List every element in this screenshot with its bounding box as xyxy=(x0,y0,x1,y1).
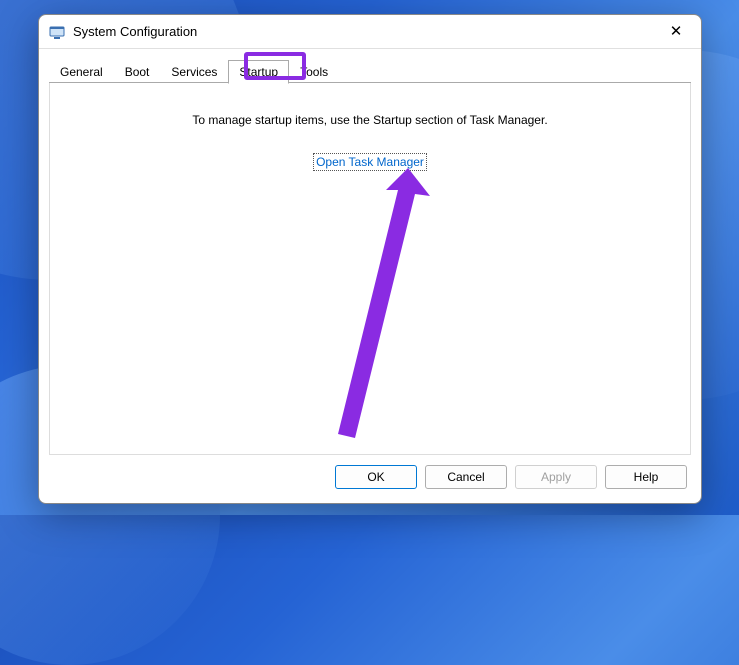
close-button[interactable]: ✕ xyxy=(655,17,697,47)
instruction-text: To manage startup items, use the Startup… xyxy=(68,113,672,127)
close-icon: ✕ xyxy=(670,24,683,39)
app-icon xyxy=(49,24,65,40)
window-title: System Configuration xyxy=(73,24,655,39)
tab-tools[interactable]: Tools xyxy=(289,60,339,83)
tab-services[interactable]: Services xyxy=(160,60,228,83)
tab-general[interactable]: General xyxy=(49,60,114,83)
tab-startup[interactable]: Startup xyxy=(228,60,289,84)
link-label: Open Task Manager xyxy=(313,153,427,171)
system-configuration-dialog: System Configuration ✕ General Boot Serv… xyxy=(38,14,702,504)
tab-content: To manage startup items, use the Startup… xyxy=(49,83,691,455)
help-button[interactable]: Help xyxy=(605,465,687,489)
dialog-button-row: OK Cancel Apply Help xyxy=(39,455,701,503)
cancel-button[interactable]: Cancel xyxy=(425,465,507,489)
ok-button[interactable]: OK xyxy=(335,465,417,489)
tabs-row: General Boot Services Startup Tools xyxy=(39,49,701,83)
apply-button: Apply xyxy=(515,465,597,489)
tab-boot[interactable]: Boot xyxy=(114,60,161,83)
titlebar: System Configuration ✕ xyxy=(39,15,701,49)
annotation-arrow-icon xyxy=(300,168,430,438)
open-task-manager-link[interactable]: Open Task Manager xyxy=(68,155,672,169)
